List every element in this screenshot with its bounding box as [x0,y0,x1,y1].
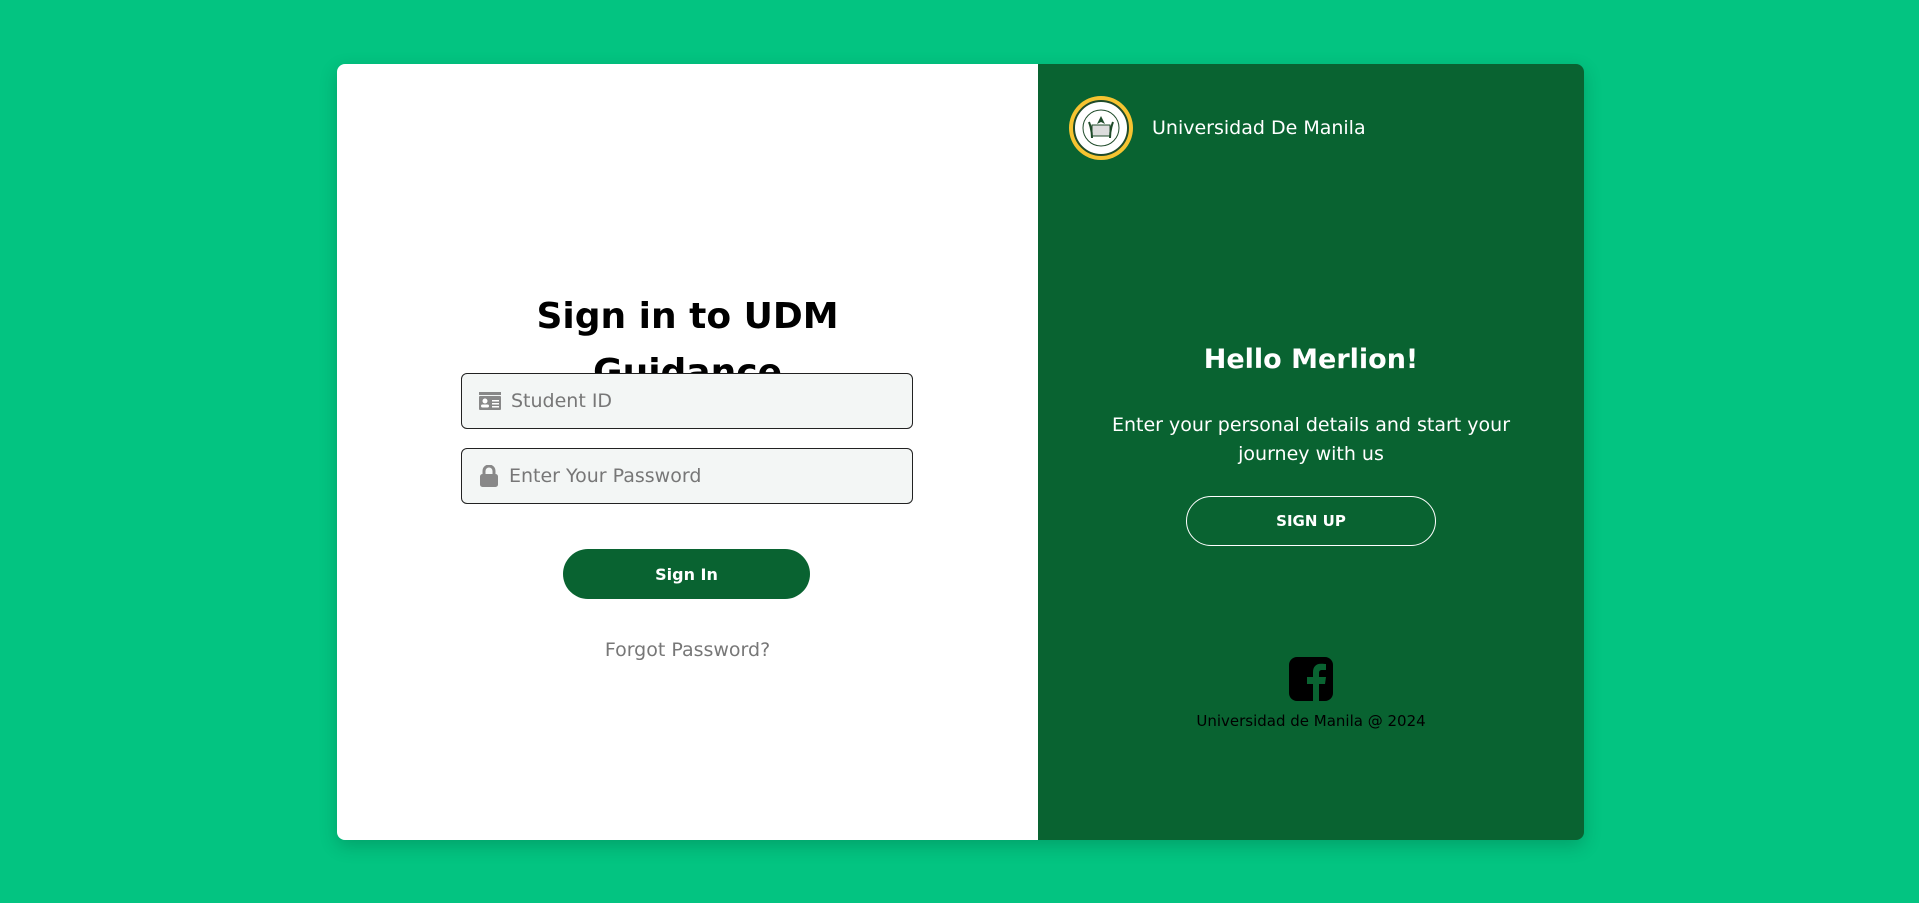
forgot-password-link[interactable]: Forgot Password? [337,639,1038,661]
lock-icon [480,465,498,487]
title-line-1: Sign in to UDM [536,296,839,337]
sign-in-button[interactable]: Sign In [563,549,810,599]
footer-copyright: Universidad de Manila @ 2024 [1196,712,1426,730]
sign-up-button[interactable]: SIGN UP [1186,496,1436,546]
password-input[interactable] [509,465,889,487]
greeting: Hello Merlion! [1203,344,1419,375]
id-card-icon [479,392,501,410]
student-id-input[interactable] [511,390,891,412]
brand: Universidad De Manila [1069,96,1366,160]
facebook-icon[interactable] [1289,657,1333,701]
sign-in-panel: Sign in to UDMGuidance Sign In Forgot Pa… [337,64,1038,840]
welcome-description: Enter your personal details and start yo… [1111,414,1511,465]
login-card: Sign in to UDMGuidance Sign In Forgot Pa… [337,64,1584,840]
student-id-field[interactable] [461,373,913,429]
university-seal-logo [1069,96,1133,160]
password-field[interactable] [461,448,913,504]
brand-name: Universidad De Manila [1152,117,1366,139]
welcome-panel: Universidad De Manila Hello Merlion! Ent… [1038,64,1584,840]
